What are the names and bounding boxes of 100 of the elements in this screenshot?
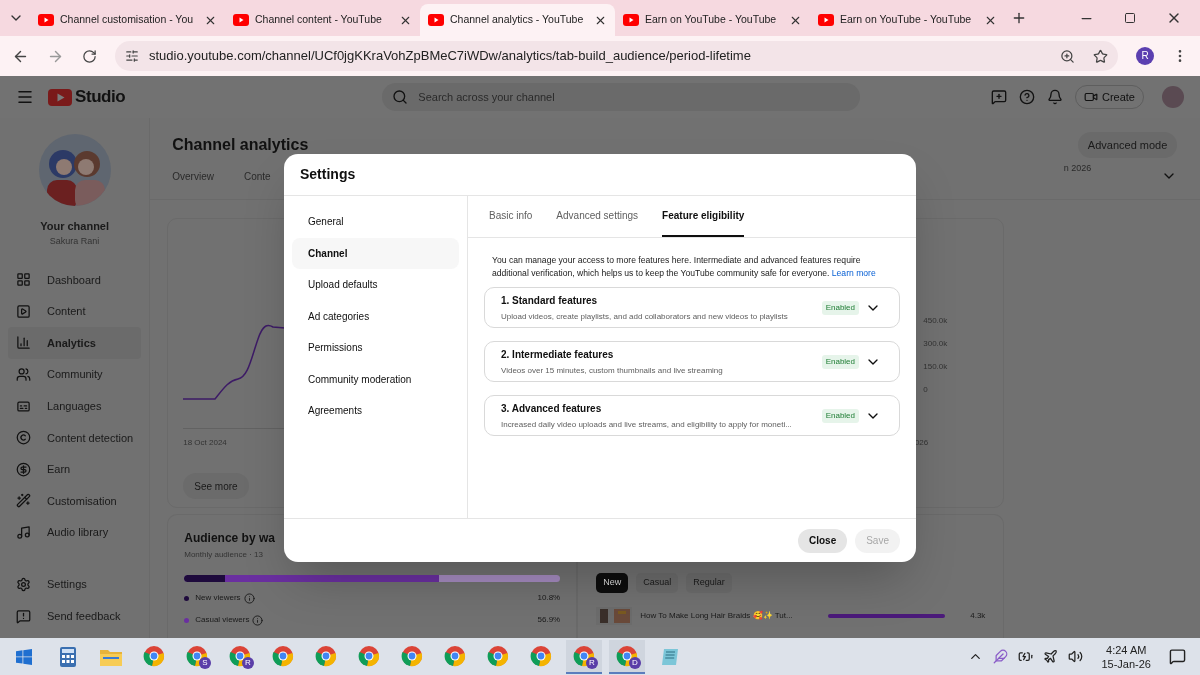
sidebar-item[interactable]: Customisation	[8, 485, 142, 517]
play-logo-icon	[623, 14, 639, 26]
browser-tab[interactable]: Channel content - YouTube	[225, 4, 420, 36]
browser-icon[interactable]	[272, 644, 294, 667]
bookmark-icon[interactable]	[1093, 48, 1108, 64]
restore-icon[interactable]	[1124, 12, 1136, 24]
dialog-title: Settings	[300, 165, 356, 184]
reload-icon[interactable]	[82, 48, 97, 64]
close-button[interactable]: Close	[797, 528, 848, 553]
video-camera-icon	[1083, 90, 1098, 104]
sidebar-item[interactable]: Settings	[8, 568, 142, 601]
info-icon[interactable]	[252, 614, 264, 626]
dialog-tab[interactable]: Basic info	[489, 195, 533, 237]
status-tag: Enabled	[821, 408, 859, 423]
zoom-icon[interactable]	[1060, 48, 1075, 64]
help-icon[interactable]	[1018, 89, 1035, 105]
sidebar-item[interactable]: Earn	[8, 453, 142, 486]
search-placeholder: Search across your channel	[418, 89, 555, 105]
settings-nav-item[interactable]: Community moderation	[292, 363, 459, 395]
dollar-icon	[16, 461, 31, 477]
clock-time[interactable]: 4:24 AM	[1106, 642, 1147, 657]
description-text: You can manage your access to more features here. Intermediate and advanced features require additional verification, which helps us to keep the YouTube community safe for everyone. Learn more	[491, 254, 877, 280]
volume-icon[interactable]	[1068, 649, 1084, 664]
settings-nav-item[interactable]: Permissions	[292, 332, 459, 364]
browser-tab[interactable]: Channel customisation - You	[30, 4, 225, 36]
new-tab-icon[interactable]	[1011, 10, 1027, 26]
address-bar[interactable]: studio.youtube.com/channel/UCf0jgKKraVohZpBMeC7iWDw/analytics/tab-build_audience/period-lifetime	[115, 41, 1118, 71]
video-title: How To Make Long Hair Braids 🥰✨ Tut...	[640, 610, 794, 622]
browser-icon[interactable]	[186, 644, 208, 667]
settings-nav-item[interactable]: Channel	[292, 237, 459, 269]
people-icon	[16, 367, 31, 383]
taskbar-button[interactable]: R	[566, 639, 602, 674]
play-logo-icon	[38, 14, 54, 26]
feedback-icon	[16, 608, 31, 624]
browser-icon[interactable]	[315, 644, 337, 667]
url-text: studio.youtube.com/channel/UCf0jgKKraVohZpBMeC7iWDw/analytics/tab-build_audience/period-lifetime	[149, 47, 752, 66]
feather-icon[interactable]	[993, 649, 1009, 664]
feature-description: Upload videos, create playlists, and add collaborators and new videos to playlists	[501, 310, 789, 323]
feature-row[interactable]: 2. Intermediate features Videos over 15 minutes, custom thumbnails and live streaming Enabled	[484, 341, 900, 382]
feedback-icon[interactable]	[990, 89, 1007, 105]
settings-nav-item[interactable]: Upload defaults	[292, 269, 459, 301]
folder-icon[interactable]	[100, 647, 122, 666]
music-icon	[16, 525, 31, 541]
sidebar-item[interactable]: Audio library	[8, 516, 142, 549]
menu-icon[interactable]	[16, 88, 34, 106]
browser-icon[interactable]	[530, 644, 552, 667]
page-title: Channel analytics	[172, 135, 309, 155]
clock-date[interactable]: 15-Jan-26	[1101, 656, 1151, 671]
settings-nav-item[interactable]: Agreements	[292, 395, 459, 427]
browser-icon[interactable]	[487, 644, 509, 667]
status-tag: Enabled	[821, 354, 859, 369]
legend-label: New viewers	[195, 592, 241, 604]
sidebar-item[interactable]: Content detection	[8, 421, 142, 454]
status-tag: Enabled	[821, 300, 859, 315]
feature-title: 3. Advanced features	[501, 401, 603, 416]
card-title: Audience by wa	[184, 530, 276, 547]
browser-icon[interactable]	[358, 644, 380, 667]
play-logo-icon	[428, 14, 444, 26]
sidebar-item[interactable]: Languages	[8, 390, 142, 422]
settings-nav-item[interactable]: Ad categories	[292, 300, 459, 332]
browser-icon[interactable]	[143, 644, 165, 667]
sidebar-item[interactable]: Send feedback	[8, 600, 142, 632]
info-icon[interactable]	[243, 592, 255, 604]
taskbar-button[interactable]: D	[609, 639, 645, 674]
dashboard-icon	[16, 272, 31, 288]
windows-start-icon[interactable]	[16, 648, 32, 665]
bar-chart-icon	[16, 335, 31, 351]
feature-row[interactable]: 1. Standard features Upload videos, create playlists, and add collaborators and new videos to playlists Enabled	[484, 287, 900, 328]
feature-row[interactable]: 3. Advanced features Increased daily video uploads and live streams, and eligibility to apply for moneti... Enabled	[484, 395, 900, 436]
dialog-tab[interactable]: Feature eligibility	[662, 195, 745, 237]
video-icon	[16, 303, 31, 319]
profile-avatar[interactable]: R	[1136, 47, 1154, 65]
notifications-icon[interactable]	[1169, 648, 1186, 665]
browser-icon[interactable]	[573, 644, 595, 667]
learn-more-link[interactable]: Learn more	[831, 268, 876, 278]
view-count: 4.3k	[970, 610, 986, 622]
calculator-icon[interactable]	[60, 646, 76, 667]
tab-title: Earn on YouTube - YouTube	[840, 12, 973, 28]
browser-icon[interactable]	[401, 644, 423, 667]
browser-tab[interactable]: Earn on YouTube - YouTube	[615, 4, 810, 36]
browser-tab[interactable]: Earn on YouTube - YouTube	[810, 4, 1005, 36]
settings-icon	[16, 577, 31, 593]
feature-title: 2. Intermediate features	[501, 347, 615, 362]
feature-description: Increased daily video uploads and live streams, and eligibility to apply for moneti...	[501, 418, 793, 431]
browser-tab[interactable]: Channel analytics - YouTube	[420, 4, 615, 36]
battery-icon[interactable]	[1018, 649, 1034, 664]
site-settings-icon[interactable]	[125, 49, 139, 63]
settings-nav-item[interactable]: General	[292, 206, 459, 238]
sidebar-item[interactable]: Community	[8, 358, 142, 391]
browser-icon[interactable]	[616, 644, 638, 667]
sidebar-item[interactable]: Dashboard	[8, 264, 142, 296]
filter-chip[interactable]: New	[596, 573, 629, 593]
sidebar-item[interactable]: Content	[8, 295, 142, 328]
copyright-icon	[16, 430, 31, 446]
dialog-tab[interactable]: Advanced settings	[556, 195, 639, 237]
subtitles-icon	[16, 398, 31, 414]
browser-icon[interactable]	[229, 644, 251, 667]
browser-icon[interactable]	[444, 644, 466, 667]
legend-label: Casual viewers	[195, 614, 250, 626]
airplane-icon[interactable]	[1043, 649, 1059, 664]
